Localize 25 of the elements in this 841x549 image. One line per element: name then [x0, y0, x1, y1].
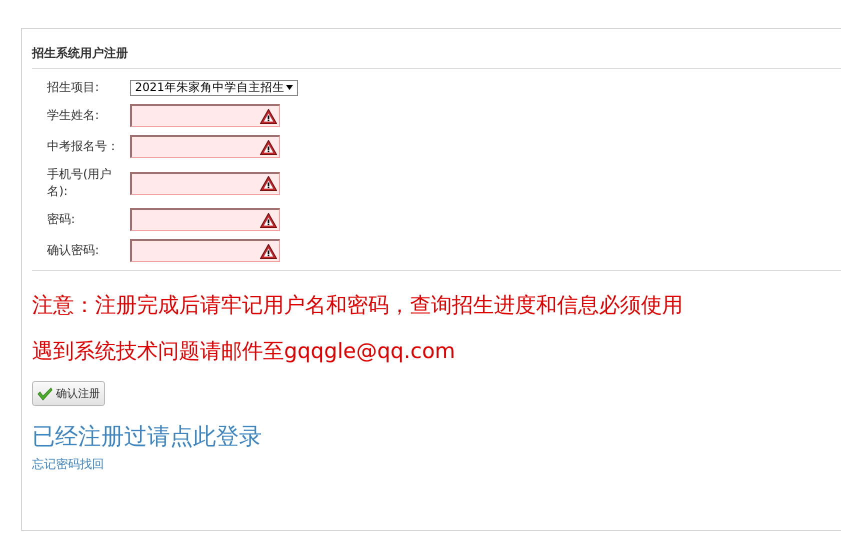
warning-icon: [260, 244, 277, 258]
checkmark-icon: [37, 386, 53, 400]
forgot-password-link[interactable]: 忘记密码找回: [32, 456, 104, 473]
warning-icon: [260, 176, 277, 191]
input-field[interactable]: [130, 172, 280, 194]
notice-text: 遇到系统技术问题请邮件至gqqgle@qq.com: [32, 339, 456, 363]
field-label: 手机号(用户名):: [47, 166, 113, 200]
field-label: 密码:: [47, 211, 76, 228]
input-field[interactable]: [130, 239, 280, 262]
input-field[interactable]: [130, 104, 280, 127]
warning-icon: [260, 212, 277, 228]
input-field[interactable]: [130, 208, 280, 231]
field-label: 招生项目:: [47, 79, 100, 96]
project-dropdown[interactable]: 2021年朱家角中学自主招生: [130, 80, 298, 96]
notice-text: 注意：注册完成后请牢记用户名和密码，查询招生进度和信息必须使用: [32, 293, 684, 317]
caret-icon: [286, 85, 293, 90]
warning-icon: [260, 108, 277, 124]
field-label: 学生姓名:: [47, 107, 100, 124]
login-link[interactable]: 已经注册过请点此登录: [32, 423, 262, 451]
input-field[interactable]: [130, 135, 280, 158]
field-label: 中考报名号：: [47, 138, 120, 155]
submit-button[interactable]: 确认注册: [32, 381, 105, 406]
field-label: 确认密码:: [47, 242, 100, 259]
panel-title: 招生系统用户注册: [32, 45, 129, 61]
warning-icon: [260, 140, 277, 154]
